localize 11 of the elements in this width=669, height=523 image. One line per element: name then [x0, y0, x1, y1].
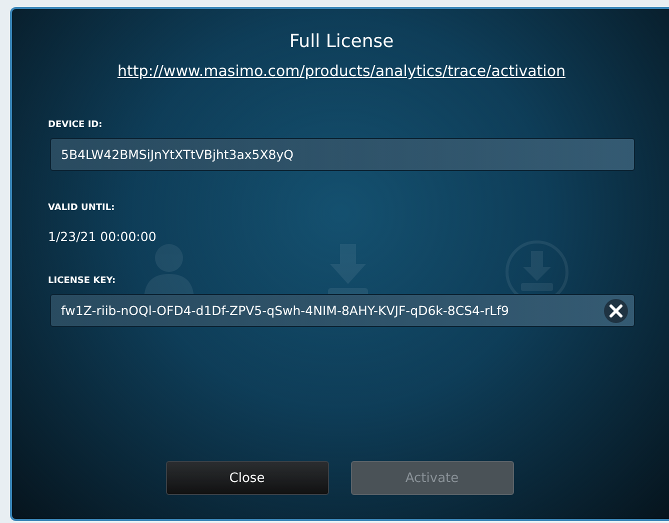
input-field[interactable]: fw1Z-riib-nOQl-OFD4-d1Df-ZPV5-qSwh-4NIM-8AHY-KVJF-qD6k-8CS4-rLf9	[50, 294, 635, 327]
dialog-title: Full License	[288, 31, 395, 52]
close-button[interactable]: Close	[166, 461, 328, 495]
valid-until-value: 1/23/21 00:00:00	[48, 229, 158, 244]
input-field[interactable]: 5B4LW42BMSiJnYtXTtVBjht3ax5X8yQ	[50, 138, 635, 171]
field-label: DEVICE ID:	[48, 120, 104, 130]
close-icon	[609, 304, 623, 318]
activation-link[interactable]: http://www.masimo.com/products/analytics/trace/activation	[117, 62, 566, 80]
field-label: VALID UNTIL:	[48, 203, 116, 213]
clear-button[interactable]	[604, 298, 628, 322]
field-label: LICENSE KEY:	[48, 276, 117, 286]
